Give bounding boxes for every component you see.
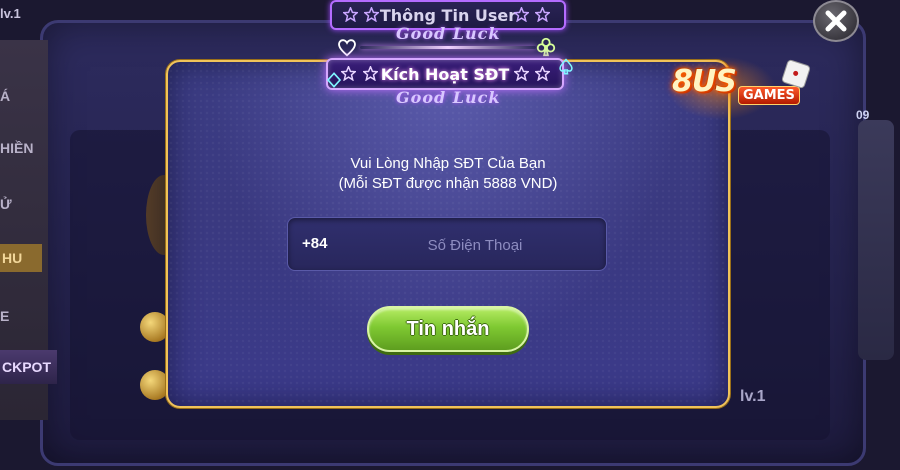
instruction-text: Vui Lòng Nhập SĐT Của Bạn [350, 155, 546, 172]
neon-divider [360, 46, 536, 49]
sidebar-label: Ử [0, 196, 12, 212]
jackpot-label: CKPOT [0, 350, 57, 384]
good-luck-tagline: Good Luck [396, 24, 501, 43]
heart-suit-icon [338, 39, 356, 57]
star-icon [514, 66, 529, 81]
sidebar-label: E [0, 308, 10, 324]
send-message-button[interactable]: Tin nhắn [367, 306, 529, 352]
brand-logo: 8US GAMES [666, 56, 816, 126]
sidebar-label: Á [0, 88, 11, 104]
diamond-suit-icon [326, 72, 342, 88]
star-icon [535, 66, 550, 81]
tab-label: Thông Tin User [379, 5, 517, 25]
phone-number-input[interactable] [348, 228, 602, 262]
country-code-prefix: +84 [302, 235, 328, 252]
reward-note-text: (Mỗi SĐT được nhận 5888 VND) [338, 175, 558, 192]
star-icon [343, 7, 358, 22]
tab-label-active: Kích Hoạt SĐT [380, 64, 510, 84]
background-counter: 09 [856, 108, 870, 122]
dice-icon [780, 58, 812, 90]
star-icon [341, 66, 356, 81]
logo-suffix-text: GAMES [738, 86, 800, 105]
good-luck-tagline: Good Luck [396, 88, 501, 107]
star-icon [514, 7, 529, 22]
sidebar-label: HIỀN [0, 140, 34, 156]
close-button[interactable] [813, 0, 859, 42]
sidebar-label-active: HU [0, 244, 42, 272]
level-badge-top: lv.1 [0, 6, 21, 21]
star-icon [535, 7, 550, 22]
level-badge-bottom: lv.1 [740, 388, 766, 405]
logo-brand-text: 8US [672, 64, 737, 99]
background-right-card [858, 120, 894, 360]
star-icon [364, 7, 379, 22]
star-icon [363, 66, 378, 81]
phone-activation-dialog: Vui Lòng Nhập SĐT Của Bạn (Mỗi SĐT được … [166, 60, 730, 408]
spade-suit-icon [559, 58, 573, 75]
phone-field[interactable]: +84 [287, 217, 607, 271]
club-suit-icon [536, 37, 556, 57]
close-icon [825, 10, 847, 32]
